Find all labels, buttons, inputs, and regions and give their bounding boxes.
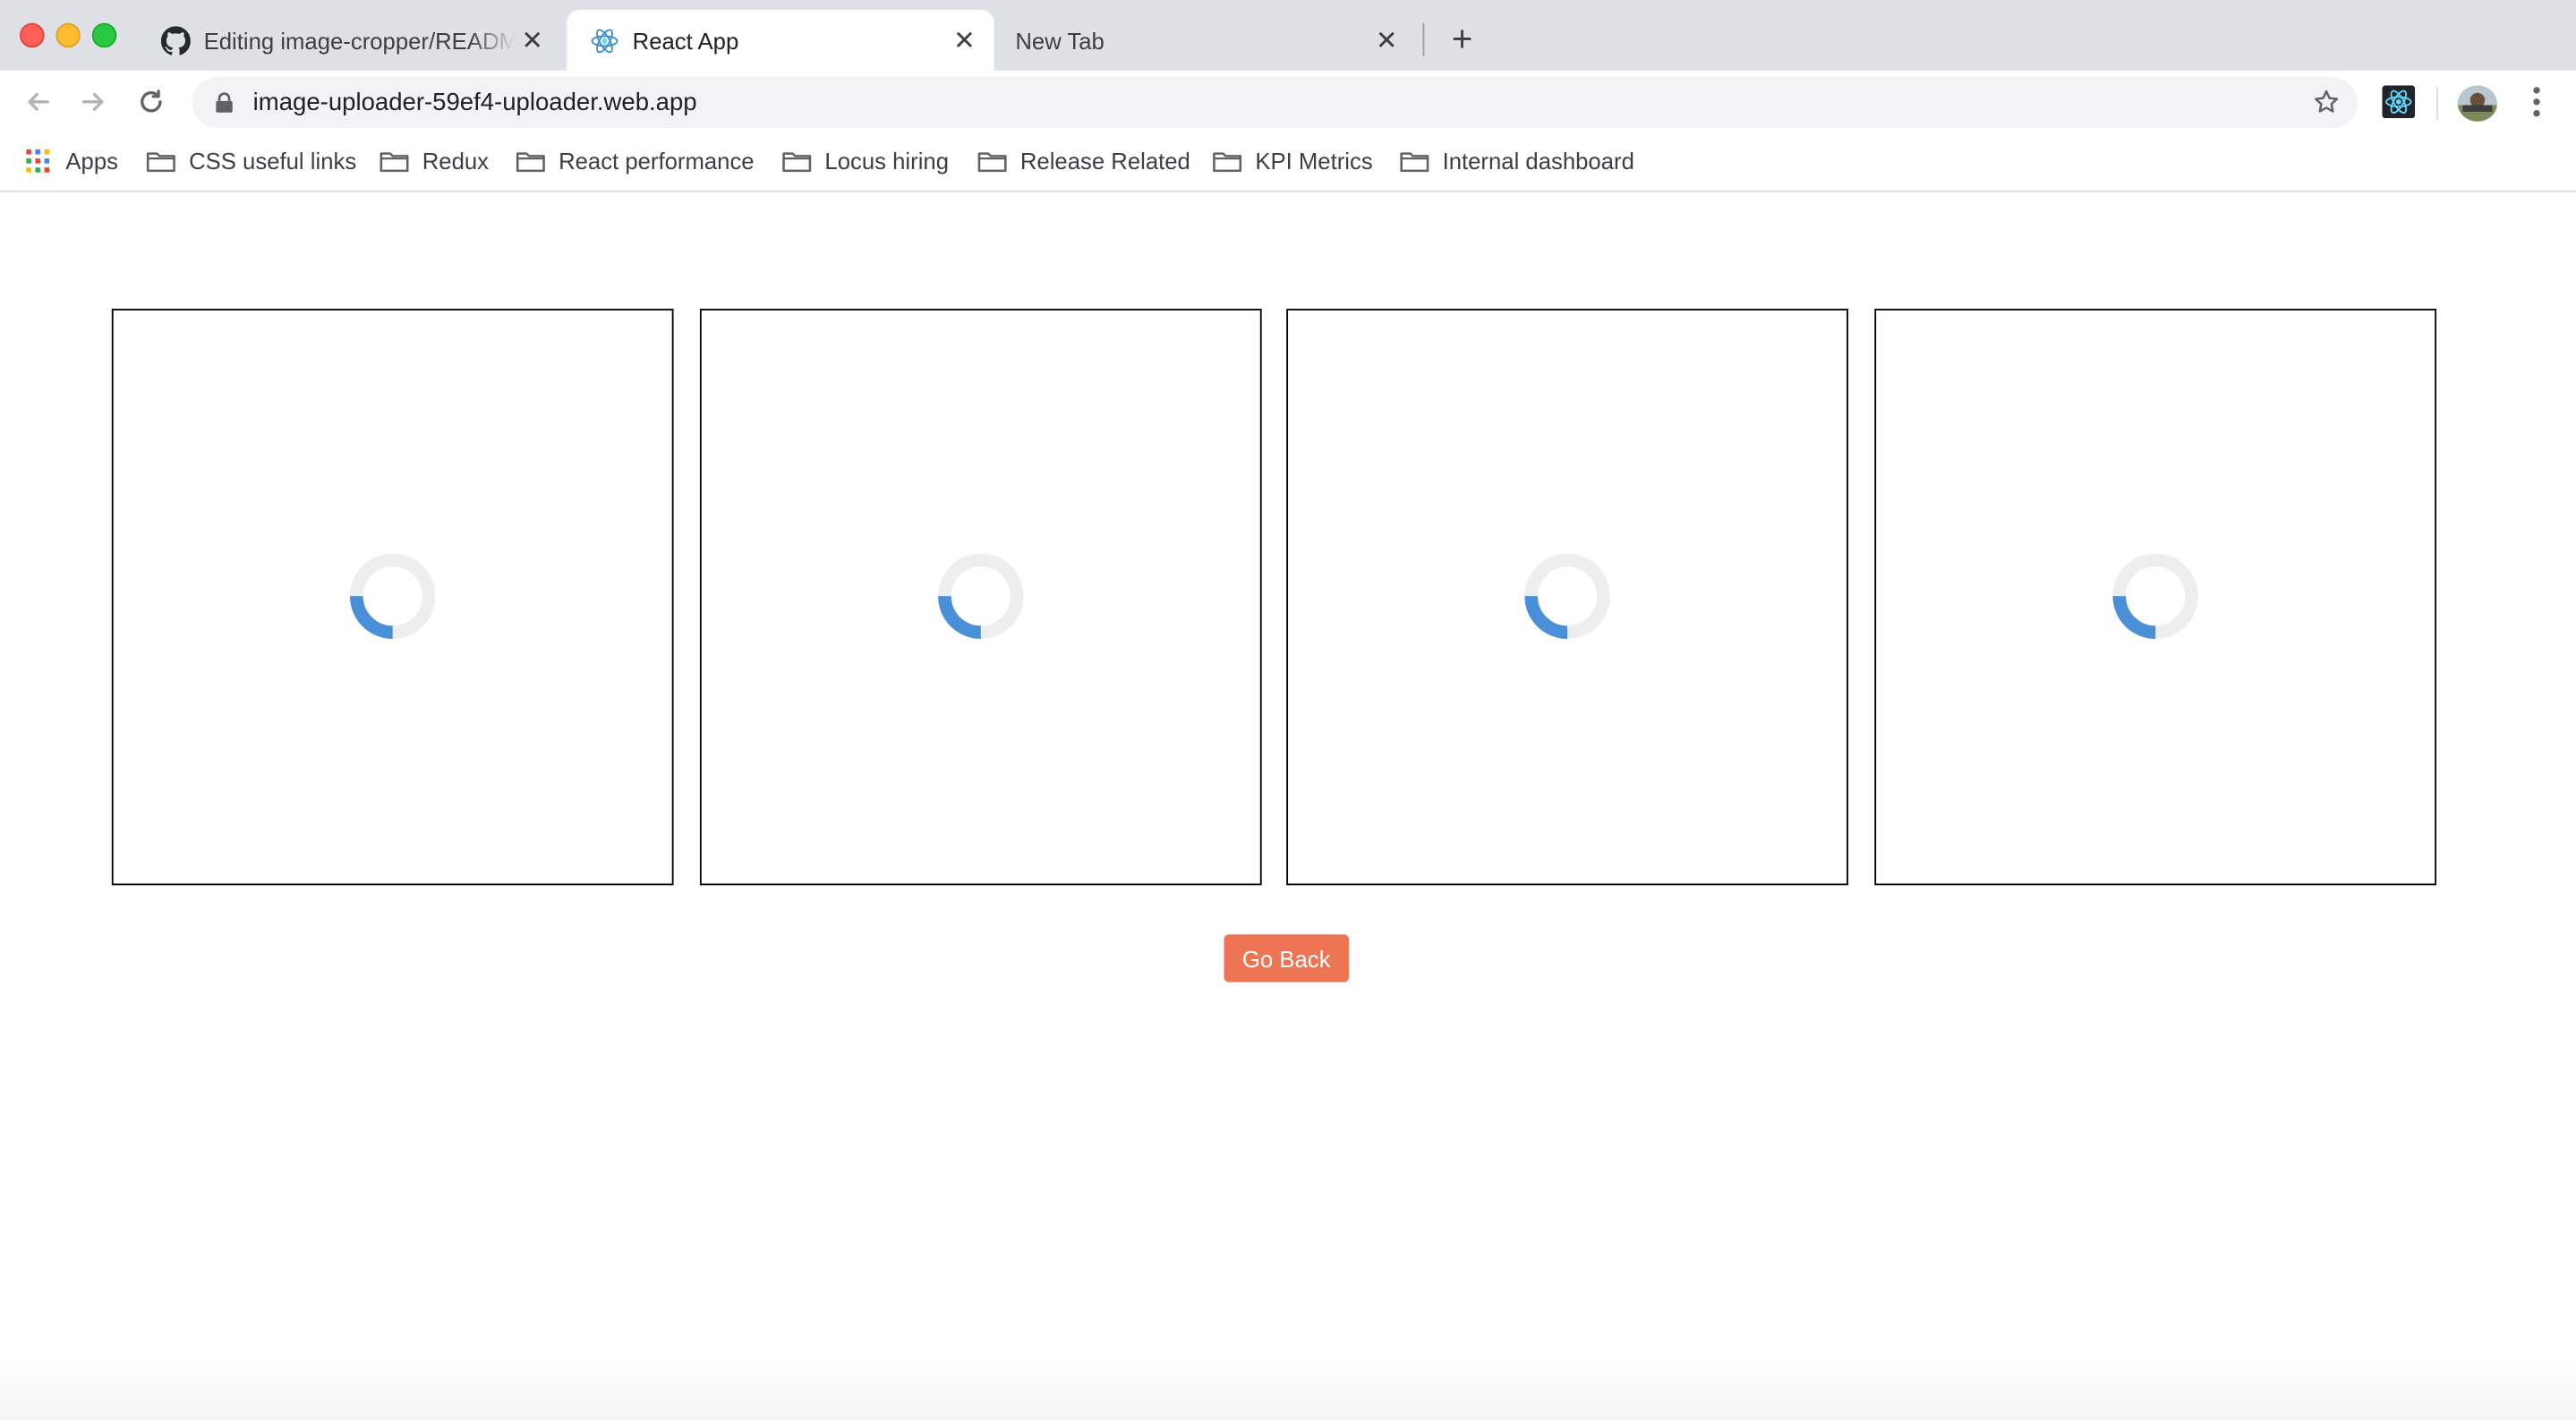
close-window-button[interactable] (20, 22, 45, 48)
bookmark-folder-release-related[interactable]: Release Related (977, 145, 1190, 178)
profile-avatar[interactable] (2457, 85, 2497, 122)
lock-icon[interactable] (214, 91, 234, 115)
close-tab-icon[interactable]: ✕ (948, 24, 981, 57)
forward-arrow-icon (81, 92, 104, 111)
loading-spinner-icon (1524, 553, 1610, 640)
tab-strip: Editing image-cropper/README.md ✕ React … (0, 0, 2576, 71)
tab-separator (1422, 22, 1425, 56)
bookmark-label: Redux (422, 148, 490, 174)
folder-icon (782, 148, 812, 174)
react-icon (590, 25, 619, 55)
browser-window: Editing image-cropper/README.md ✕ React … (0, 0, 2576, 1420)
bookmark-label: Release Related (1019, 148, 1190, 174)
browser-toolbar: image-uploader-59ef4-uploader.web.app (0, 70, 2576, 133)
image-slot (699, 309, 1262, 886)
bookmark-label: CSS useful links (189, 148, 357, 174)
image-slot (1286, 309, 1848, 886)
loading-spinner-icon (938, 553, 1024, 640)
image-slot (111, 309, 674, 886)
toolbar-separator (2436, 87, 2438, 120)
bookmark-label: Locus hiring (824, 148, 950, 174)
browser-menu-button[interactable] (2523, 84, 2549, 120)
loading-spinner-icon (2112, 553, 2198, 640)
minimize-window-button[interactable] (55, 22, 81, 48)
tab-title: React App (632, 27, 739, 54)
go-back-button[interactable]: Go Back (1224, 934, 1349, 982)
back-button[interactable] (18, 82, 57, 122)
folder-icon (380, 148, 409, 174)
tab-title: New Tab (1015, 27, 1105, 54)
tab-new-tab[interactable]: New Tab ✕ (993, 10, 1417, 71)
address-bar[interactable]: image-uploader-59ef4-uploader.web.app (192, 77, 2358, 129)
github-icon (160, 25, 191, 55)
reload-button[interactable] (132, 82, 171, 122)
zoom-window-button[interactable] (91, 22, 117, 48)
url-text[interactable]: image-uploader-59ef4-uploader.web.app (253, 89, 697, 116)
close-tab-icon[interactable]: ✕ (516, 24, 549, 57)
apps-grid-icon (23, 148, 53, 174)
bookmark-folder-redux[interactable]: Redux (380, 145, 489, 178)
back-arrow-icon (28, 92, 49, 111)
bookmark-label: React performance (559, 148, 755, 174)
bookmark-folder-css-useful-links[interactable]: CSS useful links (146, 145, 356, 178)
bookmark-folder-react-performance[interactable]: React performance (516, 145, 755, 178)
menu-dot (2533, 98, 2540, 106)
menu-dot (2533, 109, 2540, 117)
image-slot (1874, 309, 2437, 886)
new-tab-button[interactable]: + (1443, 20, 1482, 59)
bookmark-label: Internal dashboard (1442, 148, 1634, 174)
folder-icon (1213, 148, 1242, 174)
bookmarks-bar: Apps CSS useful links Redux React perfor… (0, 132, 2576, 192)
bookmark-apps[interactable]: Apps (23, 145, 118, 178)
react-devtools-extension-icon[interactable] (2382, 85, 2416, 119)
tab-react-app[interactable]: React App ✕ (567, 10, 994, 71)
forward-button[interactable] (74, 82, 114, 122)
folder-icon (516, 148, 545, 174)
bookmark-folder-kpi-metrics[interactable]: KPI Metrics (1213, 145, 1373, 178)
tab-github-readme[interactable]: Editing image-cropper/README.md ✕ (138, 10, 562, 71)
bookmark-label: Apps (65, 148, 119, 174)
folder-icon (977, 148, 1007, 174)
bottom-edge-shadow (0, 1355, 2576, 1420)
folder-icon (1400, 148, 1429, 174)
bookmark-folder-internal-dashboard[interactable]: Internal dashboard (1400, 145, 1634, 178)
loading-spinner-icon (349, 553, 436, 640)
close-tab-icon[interactable]: ✕ (1370, 24, 1403, 57)
bookmark-folder-locus-hiring[interactable]: Locus hiring (782, 145, 949, 178)
bookmark-label: KPI Metrics (1255, 148, 1373, 174)
menu-dot (2533, 87, 2540, 94)
reload-icon (141, 89, 162, 113)
page-content: Go Back (0, 191, 2576, 1420)
tab-title: Editing image-cropper/README.md (203, 27, 516, 54)
folder-icon (146, 148, 175, 174)
bookmark-star-icon[interactable] (2312, 87, 2341, 116)
